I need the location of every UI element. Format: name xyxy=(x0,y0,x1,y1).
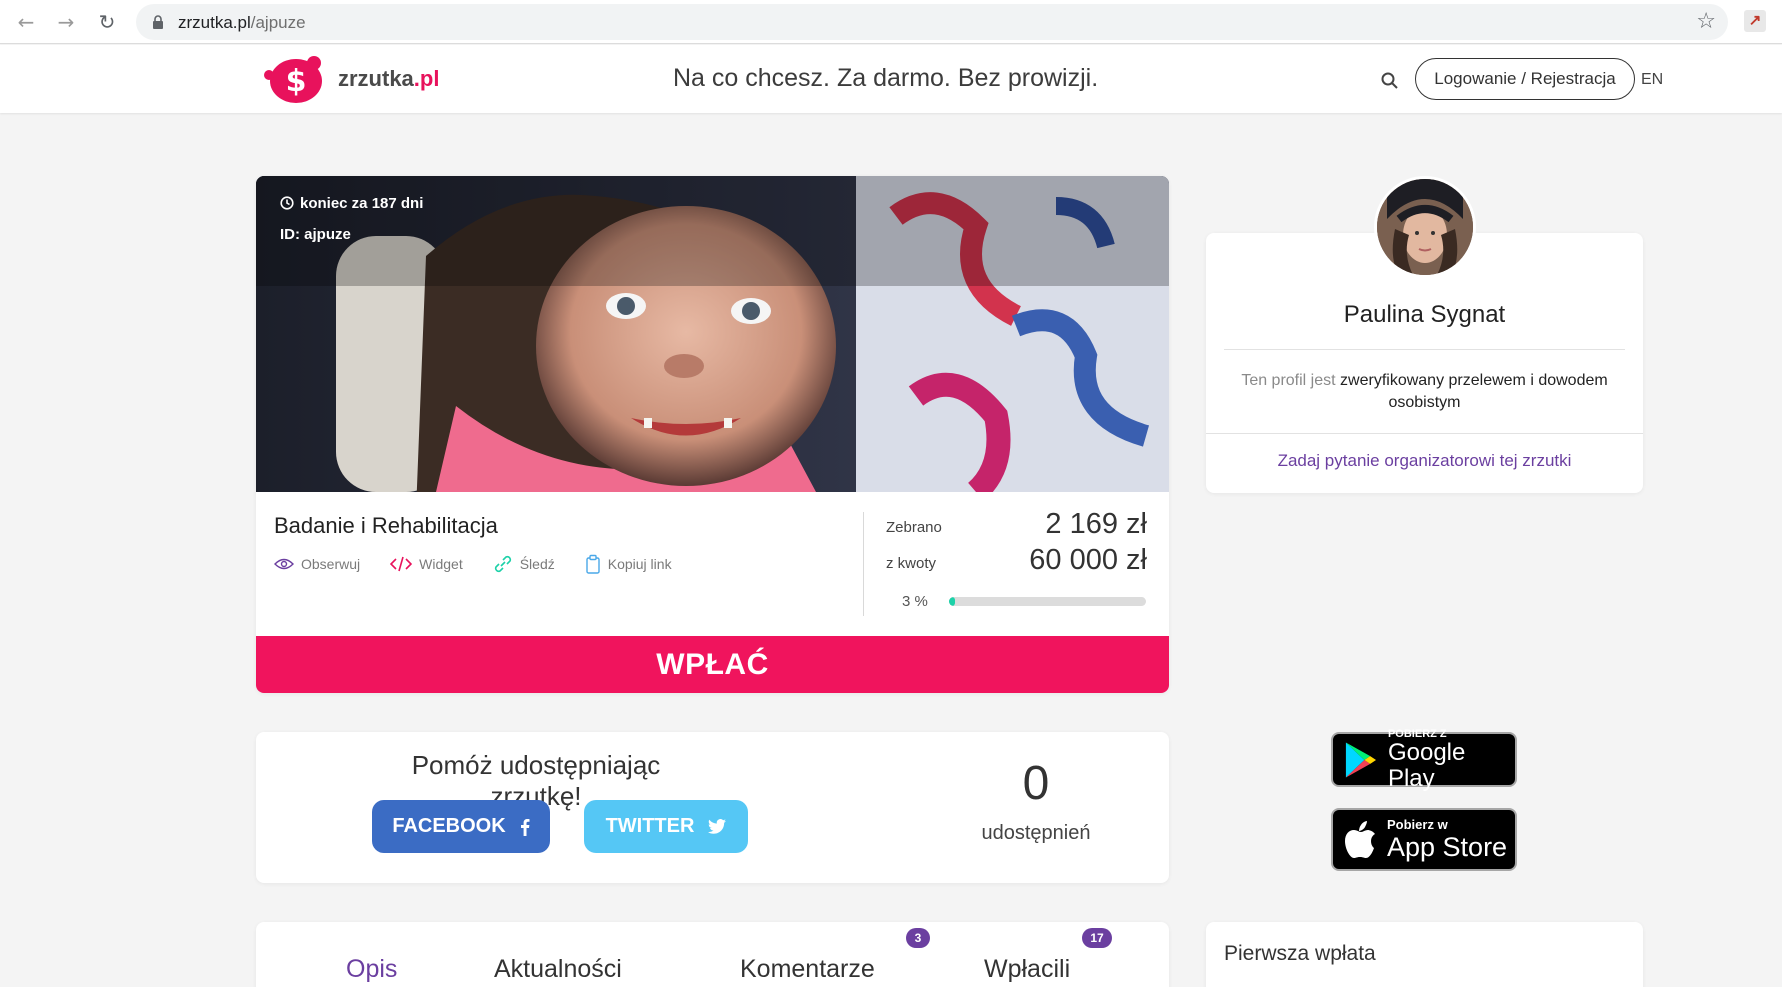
twitter-label: TWITTER xyxy=(605,815,695,837)
campaign-title: Badanie i Rehabilitacja xyxy=(274,513,498,538)
bookmark-star-icon[interactable]: ☆ xyxy=(1696,9,1716,34)
app-store-small-label: Pobierz w xyxy=(1387,816,1448,832)
observe-button[interactable]: Obserwuj xyxy=(274,554,360,574)
payers-count-badge: 17 xyxy=(1082,928,1112,948)
apple-icon xyxy=(1345,820,1375,858)
app-store-big-label: App Store xyxy=(1387,831,1508,862)
verification-prefix: Ten profil jest xyxy=(1241,372,1336,389)
progress-bar xyxy=(949,597,1146,606)
copy-link-label: Kopiuj link xyxy=(607,556,672,572)
donate-button[interactable]: WPŁAĆ xyxy=(256,636,1169,693)
share-count: 0 xyxy=(1022,757,1050,810)
svg-text:$: $ xyxy=(286,64,307,99)
google-play-big-label: Google Play xyxy=(1387,738,1466,792)
header-tagline: Na co chcesz. Za darmo. Bez prowizji. xyxy=(673,64,1099,92)
address-bar[interactable]: zrzutka.pl/ajpuze ☆ xyxy=(136,4,1728,40)
url-text: zrzutka.pl/ajpuze xyxy=(178,13,306,32)
share-count-label: udostępnień xyxy=(981,822,1091,844)
reload-icon[interactable]: ↻ xyxy=(93,8,121,36)
clock-icon xyxy=(280,196,294,210)
progress-bar-fill xyxy=(949,597,955,606)
share-card: Pomóż udostępniając zrzutkę! FACEBOOK TW… xyxy=(256,732,1169,883)
collected-label: Zebrano xyxy=(886,519,942,536)
facebook-icon xyxy=(520,818,530,836)
verification-text: zweryfikowany przelewem i dowodem osobis… xyxy=(1340,372,1608,411)
track-button[interactable]: Śledź xyxy=(493,554,555,574)
copy-link-button[interactable]: Kopiuj link xyxy=(585,554,672,574)
eye-icon xyxy=(274,558,294,570)
campaign-id-label: ID: ajpuze xyxy=(280,225,351,243)
tab-updates[interactable]: Aktualności xyxy=(494,955,622,984)
widget-button[interactable]: Widget xyxy=(390,554,463,574)
track-label: Śledź xyxy=(519,556,555,572)
facebook-label: FACEBOOK xyxy=(392,815,506,837)
google-play-small-label: POBIERZ Z xyxy=(1387,727,1447,740)
avatar-photo xyxy=(1377,179,1473,275)
logo-wordmark: zrzutka.pl xyxy=(338,66,440,91)
language-switch[interactable]: EN xyxy=(1641,71,1663,89)
organizer-name[interactable]: Paulina Sygnat xyxy=(1206,301,1643,329)
pdf-extension-icon[interactable]: ↗ xyxy=(1744,10,1766,32)
zrzutka-logo[interactable]: $ zrzutka.pl xyxy=(262,53,439,105)
google-play-badge[interactable]: POBIERZ Z Google Play xyxy=(1331,728,1517,791)
lock-icon xyxy=(153,15,163,29)
code-icon xyxy=(390,556,413,572)
tab-payers[interactable]: Wpłacili xyxy=(984,955,1070,984)
site-header: $ zrzutka.pl Na co chcesz. Za darmo. Bez… xyxy=(0,45,1782,113)
clipboard-icon xyxy=(586,554,600,574)
campaign-actions: Obserwuj Widget Śledź Kopiuj link xyxy=(274,554,702,574)
app-store-badge[interactable]: Pobierz w App Store xyxy=(1331,808,1517,871)
login-register-button[interactable]: Logowanie / Rejestracja xyxy=(1415,58,1635,100)
organizer-divider xyxy=(1224,349,1625,350)
browser-toolbar: ← → ↻ zrzutka.pl/ajpuze ☆ ↗ xyxy=(0,0,1782,44)
search-icon[interactable] xyxy=(1380,71,1400,91)
collected-value: 2 169 zł xyxy=(1045,508,1147,540)
comments-count-badge: 3 xyxy=(906,928,930,948)
content-tabs: Opis Aktualności Komentarze 3 Wpłacili 1… xyxy=(256,922,1169,987)
link-icon xyxy=(494,555,511,573)
first-payment-card: Pierwsza wpłata xyxy=(1206,922,1643,987)
piggy-bank-logo-icon: $ xyxy=(264,56,322,103)
twitter-bird-icon xyxy=(708,819,727,834)
campaign-end-label: koniec za 187 dni xyxy=(300,194,424,212)
observe-label: Obserwuj xyxy=(301,556,361,572)
twitter-share-button[interactable]: TWITTER xyxy=(584,800,748,853)
stats-divider xyxy=(863,512,864,616)
verification-note: Ten profil jest zweryfikowany przelewem … xyxy=(1224,370,1625,414)
ask-organizer-link[interactable]: Zadaj pytanie organizatorowi tej zrzutki xyxy=(1206,451,1643,471)
goal-value: 60 000 zł xyxy=(1029,544,1147,576)
widget-label: Widget xyxy=(419,556,463,572)
organizer-avatar[interactable] xyxy=(1374,176,1476,278)
back-arrow-icon[interactable]: ← xyxy=(12,8,40,36)
first-payment-title: Pierwsza wpłata xyxy=(1224,942,1376,965)
tab-description[interactable]: Opis xyxy=(346,955,397,984)
facebook-share-button[interactable]: FACEBOOK xyxy=(372,800,550,853)
google-play-icon xyxy=(1345,742,1377,777)
forward-arrow-icon[interactable]: → xyxy=(52,8,80,36)
organizer-divider-2 xyxy=(1206,433,1643,434)
progress-percent: 3 % xyxy=(902,593,928,610)
goal-label: z kwoty xyxy=(886,555,937,572)
campaign-card: koniec za 187 dni ID: ajpuze Badanie i R… xyxy=(256,176,1169,693)
hero-info-overlay: koniec za 187 dni ID: ajpuze xyxy=(280,192,423,254)
tab-comments[interactable]: Komentarze xyxy=(740,955,875,984)
campaign-hero-image: koniec za 187 dni ID: ajpuze xyxy=(256,176,1169,492)
